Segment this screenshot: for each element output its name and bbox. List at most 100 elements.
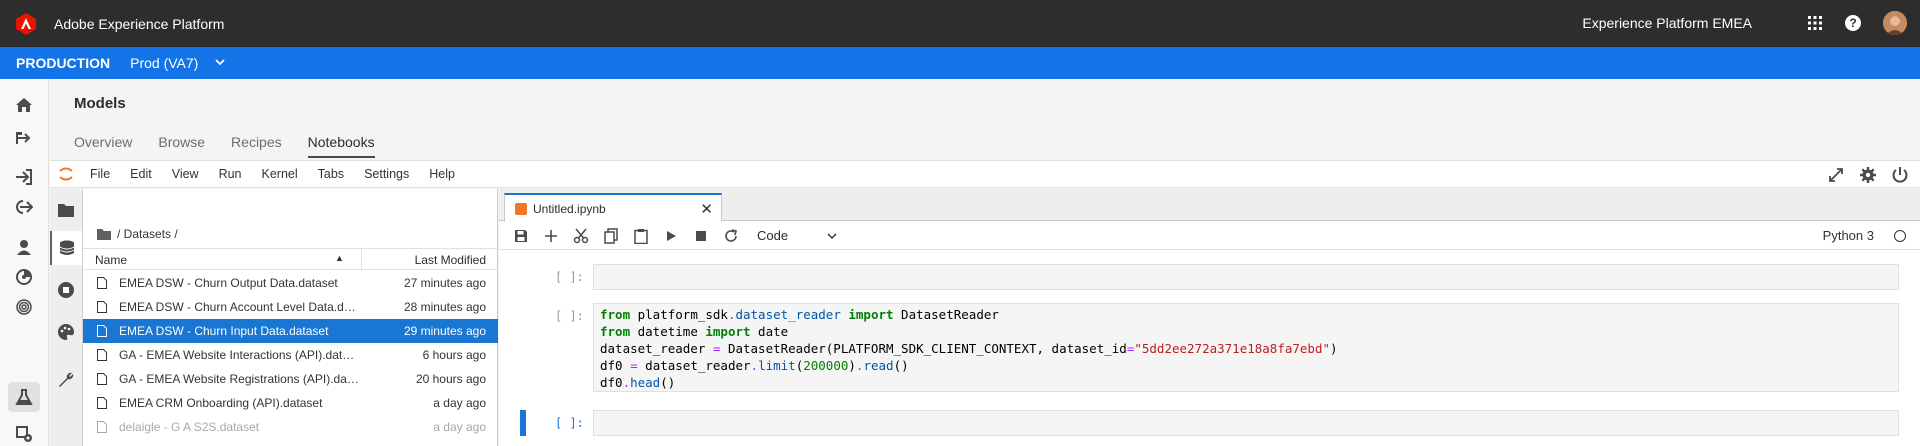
tab-recipes[interactable]: Recipes — [231, 134, 282, 158]
datasets-icon[interactable] — [50, 231, 82, 265]
file-icon — [97, 325, 107, 337]
file-browser: / Datasets / Name ▲ Last Modified EMEA D… — [83, 189, 498, 446]
file-name: EMEA DSW - Churn Output Data.dataset — [119, 276, 338, 290]
notebook-area: Untitled.ipynb ✕ Code Python 3 []: []:… — [499, 189, 1920, 446]
column-modified-header[interactable]: Last Modified — [415, 253, 486, 267]
segments-icon[interactable] — [12, 265, 36, 289]
breadcrumb[interactable]: / Datasets / — [97, 227, 178, 241]
column-name-header[interactable]: Name — [95, 253, 127, 267]
tab-overview[interactable]: Overview — [74, 134, 132, 158]
apps-grid-icon[interactable] — [1804, 12, 1826, 34]
stop-icon[interactable] — [691, 226, 711, 246]
save-icon[interactable] — [511, 226, 531, 246]
file-name: EMEA CRM Onboarding (API).dataset — [119, 396, 323, 410]
left-rail — [0, 79, 49, 446]
sandbox-environment: PRODUCTION — [16, 55, 111, 71]
document-tabbar: Untitled.ipynb ✕ — [499, 189, 1920, 222]
destinations-icon[interactable] — [12, 195, 36, 219]
tab-notebooks[interactable]: Notebooks — [307, 134, 375, 158]
adobe-logo[interactable] — [14, 12, 38, 36]
file-name: GA - EMEA Website Interactions (API).dat… — [119, 348, 359, 362]
gear-icon[interactable] — [1858, 165, 1878, 185]
cut-icon[interactable] — [571, 226, 591, 246]
close-icon[interactable]: ✕ — [700, 200, 713, 218]
file-name: EMEA DSW - Churn Input Data.dataset — [119, 324, 329, 338]
palette-icon[interactable] — [50, 315, 82, 349]
jupyter-logo — [59, 167, 73, 181]
cell-prompt: [ ]: — [555, 416, 584, 430]
power-icon[interactable] — [1890, 165, 1910, 185]
paste-icon[interactable] — [631, 226, 651, 246]
menu-view[interactable]: View — [168, 167, 203, 181]
file-icon — [97, 301, 107, 313]
file-modified: 6 hours ago — [422, 348, 486, 362]
running-kernels-icon[interactable] — [50, 273, 82, 307]
notebook-tab[interactable]: Untitled.ipynb ✕ — [504, 193, 722, 222]
notebook-toolbar: Code Python 3 — [499, 222, 1920, 250]
cell-input[interactable] — [593, 264, 1899, 290]
file-icon — [97, 421, 107, 433]
folder-icon[interactable] — [50, 193, 82, 227]
menu-kernel[interactable]: Kernel — [258, 167, 302, 181]
file-name: EMEA DSW - Churn Account Level Data.data… — [119, 300, 359, 314]
sandbox-name[interactable]: Prod (VA7) — [130, 55, 198, 71]
run-icon[interactable] — [661, 226, 681, 246]
file-name: GA - EMEA Website Registrations (API).da… — [119, 372, 359, 386]
tab-browse[interactable]: Browse — [158, 134, 205, 158]
app-title[interactable]: Adobe Experience Platform — [54, 16, 224, 32]
file-row[interactable]: delaigle - G A S2S.dataset a day ago — [83, 415, 498, 439]
menu-tabs[interactable]: Tabs — [314, 167, 348, 181]
help-icon[interactable]: ? — [1842, 12, 1864, 34]
code-editor[interactable]: from platform_sdk.dataset_reader import … — [594, 304, 1898, 393]
file-icon — [97, 349, 107, 361]
file-row-selected[interactable]: EMEA DSW - Churn Input Data.dataset 29 m… — [83, 319, 498, 343]
menu-edit[interactable]: Edit — [126, 167, 156, 181]
folder-icon — [97, 229, 111, 240]
file-modified: a day ago — [433, 420, 486, 434]
file-list-header: Name ▲ Last Modified — [83, 248, 498, 270]
file-list: EMEA DSW - Churn Output Data.dataset 27 … — [83, 271, 498, 439]
identities-icon[interactable] — [12, 295, 36, 319]
menu-run[interactable]: Run — [215, 167, 246, 181]
fullscreen-icon[interactable] — [1826, 165, 1846, 185]
cell-prompt: [ ]: — [555, 270, 584, 284]
menu-file[interactable]: File — [86, 167, 114, 181]
settings-icon[interactable] — [12, 422, 36, 446]
file-row[interactable]: EMEA DSW - Churn Output Data.dataset 27 … — [83, 271, 498, 295]
sources-icon[interactable] — [12, 165, 36, 189]
jupyter-menubar: File Edit View Run Kernel Tabs Settings … — [50, 160, 1920, 188]
jupyter-sidebar — [50, 189, 83, 446]
notebook-icon — [515, 202, 527, 215]
home-icon[interactable] — [12, 93, 36, 117]
add-cell-icon[interactable] — [541, 226, 561, 246]
cell-input[interactable] — [593, 410, 1899, 436]
file-row[interactable]: EMEA DSW - Churn Account Level Data.data… — [83, 295, 498, 319]
sort-ascending-icon[interactable]: ▲ — [335, 253, 344, 263]
page-title: Models — [74, 95, 126, 112]
user-avatar[interactable] — [1883, 11, 1907, 35]
models-tabs: Overview Browse Recipes Notebooks — [74, 134, 401, 158]
file-row[interactable]: GA - EMEA Website Registrations (API).da… — [83, 367, 498, 391]
cell-input[interactable]: from platform_sdk.dataset_reader import … — [593, 303, 1899, 392]
kernel-name[interactable]: Python 3 — [1823, 228, 1874, 243]
profiles-icon[interactable] — [12, 235, 36, 259]
kernel-status-icon — [1894, 230, 1906, 242]
file-row[interactable]: GA - EMEA Website Interactions (API).dat… — [83, 343, 498, 367]
menu-settings[interactable]: Settings — [360, 167, 413, 181]
chevron-down-icon[interactable] — [214, 55, 226, 71]
file-icon — [97, 277, 107, 289]
models-icon[interactable] — [8, 382, 40, 412]
org-switcher[interactable]: Experience Platform EMEA — [1582, 15, 1752, 31]
breadcrumb-path[interactable]: / Datasets / — [117, 227, 178, 241]
file-row[interactable]: EMEA CRM Onboarding (API).dataset a day … — [83, 391, 498, 415]
wrench-icon[interactable] — [50, 363, 82, 397]
file-name: delaigle - G A S2S.dataset — [119, 420, 260, 434]
file-icon — [97, 373, 107, 385]
notebook-tab-label: Untitled.ipynb — [533, 201, 606, 216]
workflows-icon[interactable] — [12, 126, 36, 150]
restart-icon[interactable] — [721, 226, 741, 246]
svg-text:?: ? — [1849, 16, 1856, 30]
copy-icon[interactable] — [601, 226, 621, 246]
cell-type-select[interactable]: Code — [757, 228, 837, 243]
menu-help[interactable]: Help — [425, 167, 459, 181]
